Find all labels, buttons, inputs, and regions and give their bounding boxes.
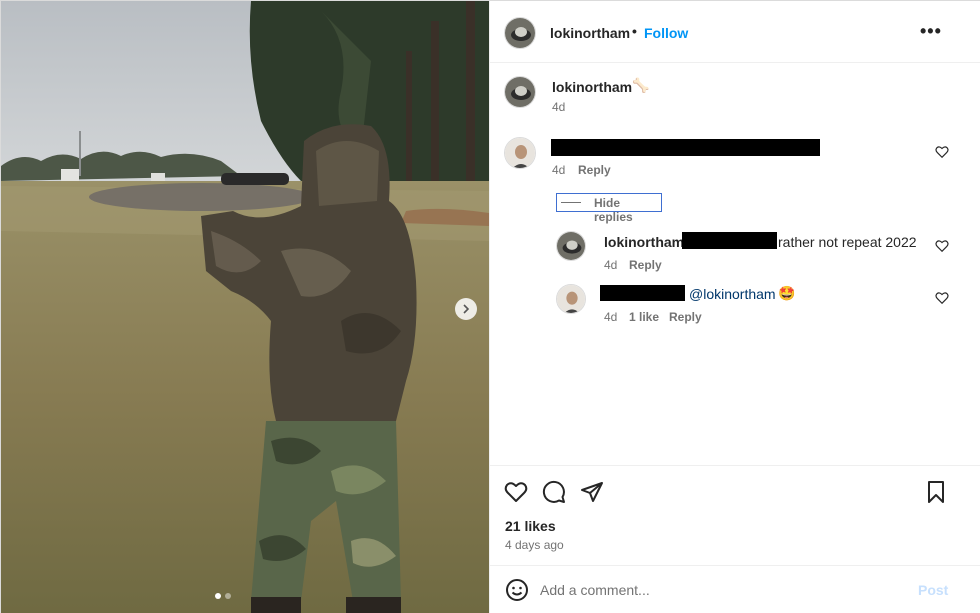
- heart-icon[interactable]: [935, 239, 949, 253]
- carousel-dot: [225, 593, 231, 599]
- more-options-icon[interactable]: •••: [920, 21, 942, 42]
- add-comment-bar: Post: [490, 565, 980, 613]
- bookmark-icon[interactable]: [924, 480, 948, 504]
- share-icon[interactable]: [580, 480, 604, 504]
- follow-button[interactable]: Follow: [644, 25, 688, 41]
- hide-replies-label: Hide replies: [594, 196, 633, 224]
- comment-input[interactable]: [540, 578, 900, 602]
- reply-emoji: 🤩: [778, 285, 796, 301]
- heart-icon[interactable]: [504, 480, 528, 504]
- post-author-username[interactable]: lokinortham: [550, 25, 630, 41]
- next-photo-button[interactable]: [455, 298, 477, 320]
- carousel-dot-active: [215, 593, 221, 599]
- caption-username[interactable]: lokinortham: [552, 79, 632, 95]
- reply-button[interactable]: Reply: [578, 163, 611, 177]
- heart-icon[interactable]: [935, 291, 949, 305]
- reply-button[interactable]: Reply: [669, 310, 702, 324]
- avatar[interactable]: [504, 137, 536, 169]
- reply-username[interactable]: lokinortham: [604, 234, 684, 250]
- profile-picture: [505, 77, 535, 107]
- caption-timestamp[interactable]: 4d: [552, 100, 565, 114]
- user-mention-link[interactable]: @lokinortham: [689, 286, 776, 302]
- post-date[interactable]: 4 days ago: [505, 538, 564, 552]
- redacted-username: [600, 285, 685, 301]
- reply-button[interactable]: Reply: [629, 258, 662, 272]
- heart-icon[interactable]: [935, 145, 949, 159]
- post-header: lokinortham • Follow •••: [490, 1, 980, 63]
- post-comment-button[interactable]: Post: [918, 582, 948, 598]
- redacted-comment-text: [551, 139, 820, 156]
- avatar[interactable]: [504, 76, 536, 108]
- caption-emoji: 🦴: [632, 77, 650, 93]
- avatar[interactable]: [556, 284, 586, 314]
- hide-replies-button[interactable]: Hide replies: [556, 193, 662, 224]
- reply-timestamp[interactable]: 4d: [604, 310, 617, 324]
- comment-timestamp[interactable]: 4d: [552, 163, 565, 177]
- profile-picture: [505, 18, 535, 48]
- instagram-post: lokinortham • Follow ••• lokinortham 🦴 4…: [0, 0, 980, 613]
- post-actions: 21 likes 4 days ago: [490, 465, 980, 565]
- post-photo[interactable]: [1, 1, 489, 613]
- comment-icon[interactable]: [542, 480, 566, 504]
- carousel-indicator: [215, 593, 231, 599]
- reply-timestamp[interactable]: 4d: [604, 258, 617, 272]
- replies-divider-line: [561, 202, 581, 203]
- avatar[interactable]: [556, 231, 586, 261]
- profile-picture: [557, 285, 585, 313]
- avatar[interactable]: [504, 17, 536, 49]
- reply-like-count[interactable]: 1 like: [629, 310, 659, 324]
- photo-field-scene: [1, 1, 489, 613]
- chevron-right-icon: [463, 304, 470, 314]
- reply-text: rather not repeat 2022: [778, 234, 917, 250]
- post-details-panel: lokinortham • Follow ••• lokinortham 🦴 4…: [489, 1, 980, 613]
- emoji-icon[interactable]: [505, 578, 529, 602]
- profile-picture: [557, 232, 585, 260]
- like-count[interactable]: 21 likes: [505, 518, 556, 534]
- profile-picture: [505, 138, 535, 168]
- separator-dot: •: [632, 23, 637, 39]
- redacted-comment-text: [682, 232, 777, 249]
